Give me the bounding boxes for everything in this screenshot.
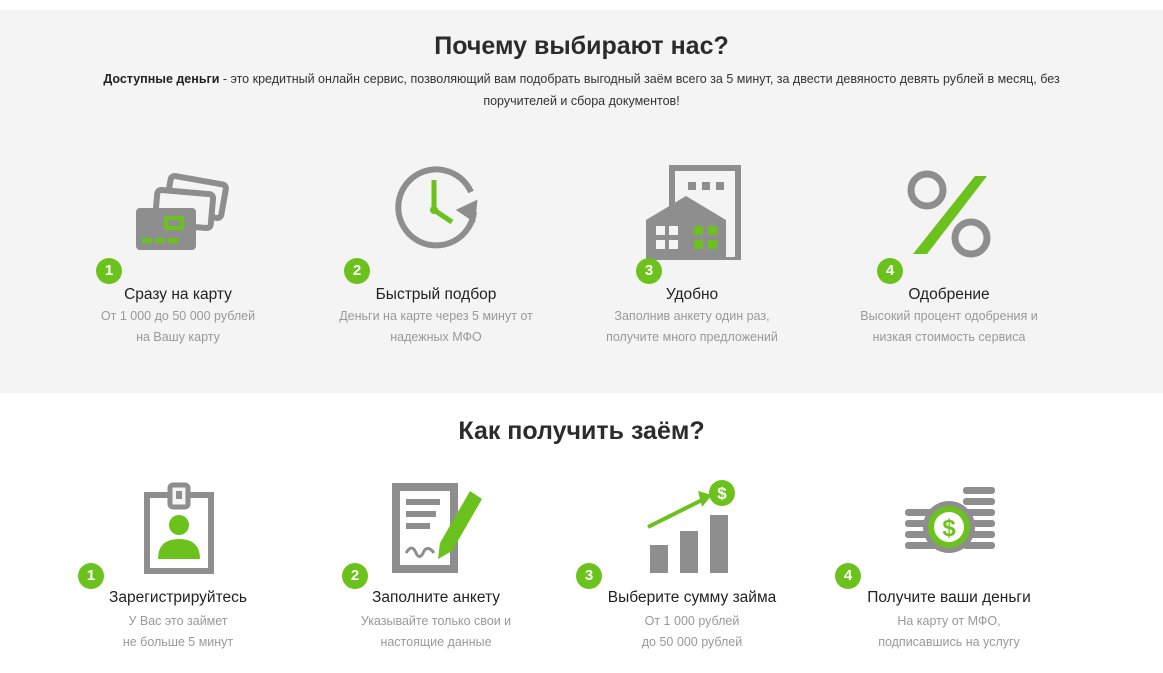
feature-desc-line1: От 1 000 до 50 000 рублей: [100, 309, 256, 323]
why-section: Почему выбирают нас? Доступные деньги - …: [0, 10, 1163, 393]
coins-stack-icon: $: [829, 479, 1069, 579]
feature-title: Сразу на карту: [124, 286, 232, 303]
feature-card-approval: 4 Одобрение Высокий процент одобрения и …: [829, 160, 1069, 350]
step-card-register: 1 Зарегистрируйтесь У Вас это займет не …: [58, 479, 298, 669]
feature-desc-line1: Заполнив анкету один раз,: [614, 309, 770, 323]
feature-desc-line1: Деньги на карте через 5 минут от: [339, 309, 533, 323]
intro-brand: Доступные деньги: [103, 72, 220, 86]
feature-desc-line2: получите много предложений: [606, 330, 778, 344]
clock-refresh-icon: [316, 160, 556, 260]
step-desc-line2: до 50 000 рублей: [641, 635, 743, 649]
step-number-badge: 3: [576, 563, 602, 589]
step-desc-line2: подписавшись на услугу: [878, 635, 1020, 649]
how-section: Как получить заём? 1 Зарегистрируйтесь У…: [0, 393, 1163, 673]
step-desc-line1: От 1 000 рублей: [644, 614, 740, 628]
feature-card-cards: 1 Сразу на карту От 1 000 до 50 000 рубл…: [58, 160, 298, 350]
feature-desc-line1: Высокий процент одобрения и: [860, 309, 1038, 323]
percent-icon: [829, 160, 1069, 260]
feature-title: Удобно: [665, 286, 719, 303]
feature-title: Быстрый подбор: [375, 286, 497, 303]
feature-number-badge: 4: [877, 258, 903, 284]
step-desc-line1: На карту от МФО,: [897, 614, 1001, 628]
feature-number-badge: 3: [636, 258, 662, 284]
growth-chart-icon: $: [572, 479, 812, 579]
feature-desc-line2: низкая стоимость сервиса: [872, 330, 1026, 344]
feature-title: Одобрение: [908, 286, 990, 303]
feature-card-fast: 2 Быстрый подбор Деньги на карте через 5…: [316, 160, 556, 350]
step-card-form: 2 Заполните анкету Указывайте только сво…: [316, 479, 556, 669]
how-title: Как получить заём?: [458, 417, 705, 445]
step-title: Выберите сумму займа: [607, 589, 777, 606]
step-title: Получите ваши деньги: [867, 589, 1031, 606]
svg-text:$: $: [942, 515, 956, 542]
svg-text:$: $: [717, 484, 727, 503]
why-title: Почему выбирают нас?: [434, 32, 729, 60]
feature-desc-line2: надежных МФО: [390, 330, 482, 344]
intro-text: Доступные деньги - это кредитный онлайн …: [70, 68, 1093, 112]
step-card-amount: $ 3 Выберите сумму займа От 1 000 рублей…: [572, 479, 812, 669]
step-desc-line2: не больше 5 минут: [122, 635, 234, 649]
step-number-badge: 2: [342, 563, 368, 589]
intro-description: - это кредитный онлайн сервис, позволяющ…: [219, 72, 1060, 108]
step-desc-line2: настоящие данные: [380, 635, 492, 649]
step-title: Заполните анкету: [371, 589, 501, 606]
feature-number-badge: 2: [344, 258, 370, 284]
feature-number-badge: 1: [96, 258, 122, 284]
step-title: Зарегистрируйтесь: [109, 589, 247, 606]
feature-card-convenient: 3 Удобно Заполнив анкету один раз, получ…: [572, 160, 812, 350]
buildings-icon: [572, 160, 812, 260]
credit-cards-icon: [58, 160, 298, 260]
step-number-badge: 4: [835, 563, 861, 589]
step-desc-line1: У Вас это займет: [128, 614, 228, 628]
step-number-badge: 1: [78, 563, 104, 589]
step-desc-line1: Указывайте только свои и: [360, 614, 512, 628]
feature-desc-line2: на Вашу карту: [136, 330, 220, 344]
step-card-money: $ 4 Получите ваши деньги На карту от МФО…: [829, 479, 1069, 669]
